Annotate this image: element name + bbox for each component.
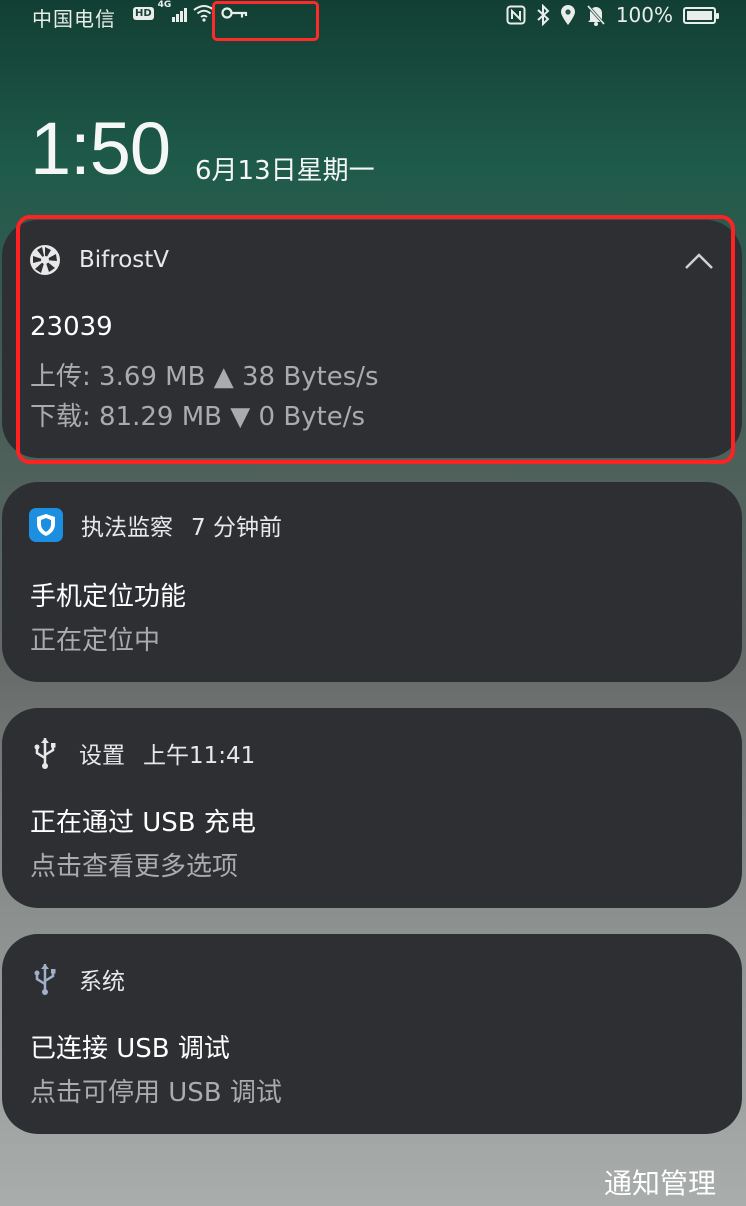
signal-icon: 4G [158, 0, 187, 22]
app-name: 系统 [79, 969, 125, 995]
app-name: 执法监察 [81, 515, 173, 541]
notification-title: 手机定位功能 [30, 582, 187, 612]
notification-subtitle: 正在定位中 [30, 626, 161, 656]
network-type-label: 4G [157, 0, 172, 10]
notification-subtitle: 点击查看更多选项 [30, 852, 239, 882]
bifrostv-highlight [16, 215, 735, 464]
notification-management-button[interactable]: 通知管理 [604, 1162, 716, 1202]
notification-header: 系统 [29, 962, 125, 996]
battery-percent: 100% [615, 3, 673, 27]
app-name: 设置 [79, 743, 125, 769]
status-right-icons: 100% [506, 3, 719, 27]
mute-bell-icon [586, 5, 605, 26]
notification-header: 设置 上午11:41 [29, 736, 255, 770]
battery-charging-icon [683, 6, 719, 24]
bluetooth-icon [537, 4, 550, 26]
status-bar: 中国电信 HD 4G 100% [0, 0, 746, 41]
notification-title: 正在通过 USB 充电 [30, 808, 256, 838]
vpn-key-highlight [212, 1, 319, 41]
notification-time: 上午11:41 [143, 743, 256, 769]
notification-subtitle: 点击可停用 USB 调试 [30, 1078, 282, 1108]
usb-icon [34, 738, 56, 769]
notification-time: 7 分钟前 [191, 515, 282, 541]
hd-icon: HD [133, 6, 154, 20]
shield-app-icon [29, 508, 63, 542]
nfc-icon [506, 5, 526, 25]
usb-icon [34, 964, 56, 995]
carrier-label: 中国电信 [32, 7, 116, 31]
location-icon [560, 5, 575, 25]
notification-header: 执法监察 7 分钟前 [29, 508, 282, 542]
notification-settings-usb[interactable]: 设置 上午11:41 正在通过 USB 充电 点击查看更多选项 [2, 708, 742, 908]
notification-system-usb-debug[interactable]: 系统 已连接 USB 调试 点击可停用 USB 调试 [2, 934, 742, 1134]
lock-clock-date: 6月13日星期一 [195, 156, 375, 186]
lock-clock-time: 1:50 [30, 107, 171, 190]
notification-title: 已连接 USB 调试 [30, 1034, 230, 1064]
notification-zhifa[interactable]: 执法监察 7 分钟前 手机定位功能 正在定位中 [2, 482, 742, 682]
